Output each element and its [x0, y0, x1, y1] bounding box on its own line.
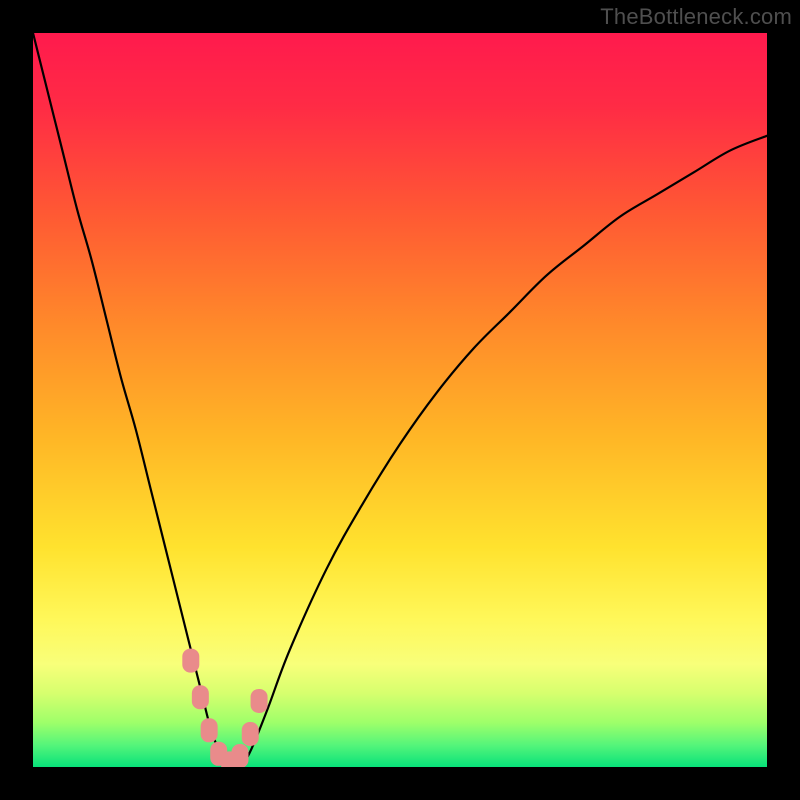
chart-frame: TheBottleneck.com: [0, 0, 800, 800]
plot-area: [33, 33, 767, 767]
heat-gradient: [33, 33, 767, 767]
watermark-text: TheBottleneck.com: [600, 4, 792, 30]
